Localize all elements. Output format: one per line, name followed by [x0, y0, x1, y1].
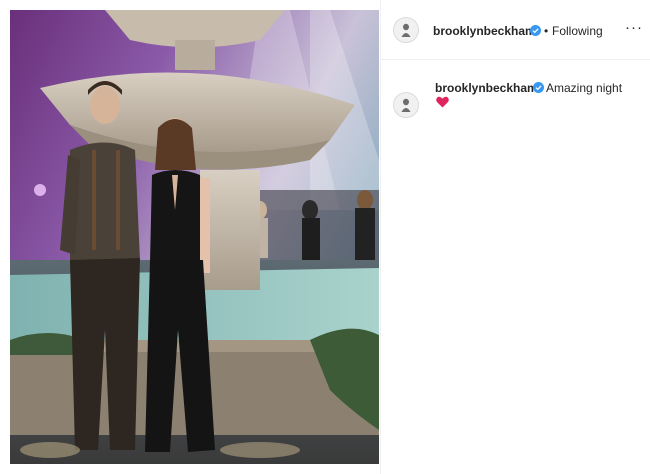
heart-emoji-icon	[436, 96, 449, 108]
verified-badge-icon	[530, 25, 541, 36]
instagram-post: brooklynbeckham • Following ··· brooklyn…	[0, 0, 650, 474]
post-header: brooklynbeckham • Following ···	[381, 10, 650, 54]
caption-text: Amazing night	[546, 81, 623, 95]
header-divider	[381, 59, 650, 60]
header-username[interactable]: brooklynbeckham	[433, 24, 536, 38]
user-avatar-icon	[401, 23, 411, 37]
user-avatar-icon	[401, 98, 411, 112]
post-side-panel: brooklynbeckham • Following ··· brooklyn…	[380, 0, 650, 474]
header-separator: •	[544, 24, 549, 38]
following-button[interactable]: Following	[552, 24, 603, 38]
verified-badge-icon	[533, 82, 544, 93]
post-photo[interactable]	[10, 10, 379, 464]
avatar[interactable]	[393, 17, 419, 43]
caption-avatar[interactable]	[393, 92, 419, 118]
more-options-icon[interactable]: ···	[625, 20, 643, 39]
caption-username[interactable]: brooklynbeckham	[435, 81, 538, 95]
post-photo-image	[10, 10, 379, 464]
